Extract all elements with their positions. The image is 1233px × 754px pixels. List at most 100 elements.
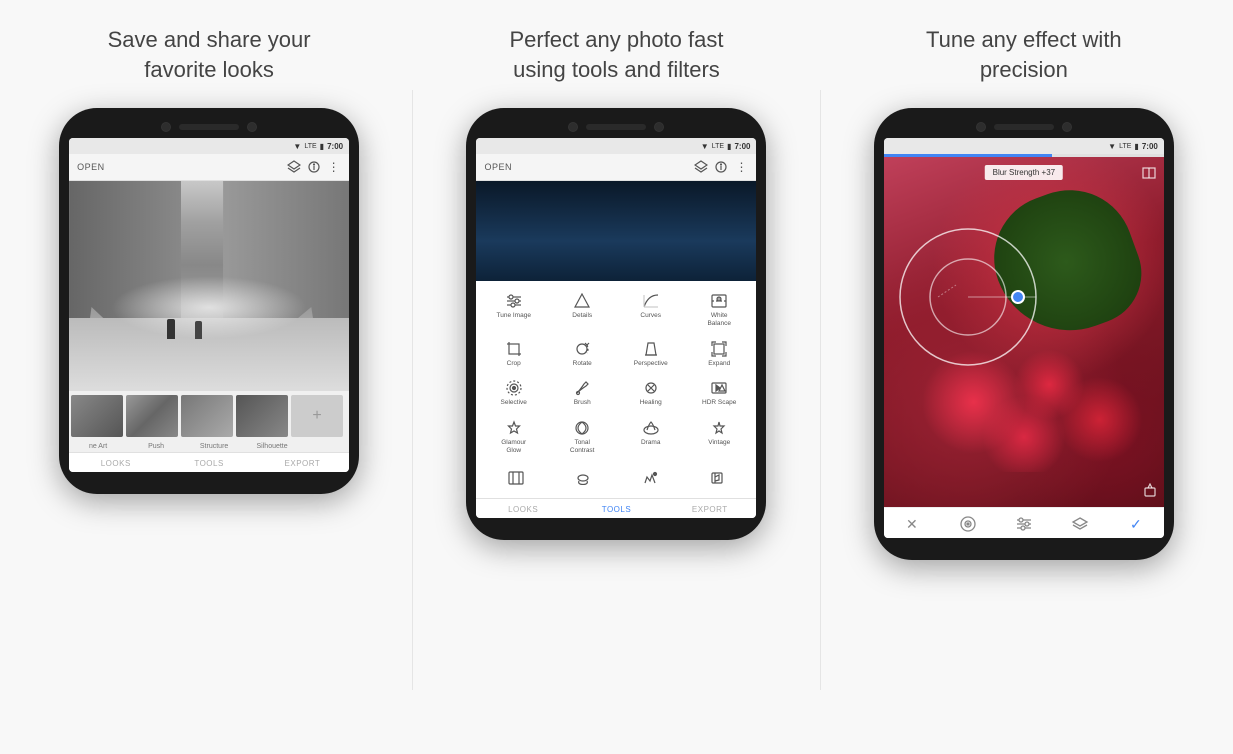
- expand-icon: [709, 340, 729, 358]
- blur-label: Blur Strength +37: [985, 165, 1063, 180]
- info-icon-1[interactable]: [307, 160, 321, 174]
- phone-2-camera: [568, 122, 578, 132]
- nav-tools-1[interactable]: TOOLS: [162, 459, 255, 468]
- tool-details[interactable]: Details: [549, 287, 616, 333]
- open-button-2[interactable]: OPEN: [484, 162, 512, 172]
- divider-2: [820, 90, 821, 690]
- crop-label: Crop: [507, 360, 521, 368]
- glamour-icon: [504, 419, 524, 437]
- section-2-title: Perfect any photo fast using tools and f…: [509, 20, 723, 90]
- brush-label: Brush: [574, 399, 591, 407]
- tool-drama[interactable]: Drama: [617, 414, 684, 460]
- extra-icon-1: [506, 469, 526, 487]
- section-save-share: Save and share your favorite looks ▼ LTE…: [14, 20, 404, 494]
- more-icon-1[interactable]: ⋮: [327, 160, 341, 174]
- phone-1-top: [69, 122, 349, 132]
- tool-extra-2[interactable]: [549, 464, 616, 492]
- bottom-toolbar: ✕: [884, 507, 1164, 538]
- open-button-1[interactable]: OPEN: [77, 162, 105, 172]
- hdr-icon: [709, 379, 729, 397]
- flower-photo: Blur Strength +37: [884, 157, 1164, 507]
- cancel-button[interactable]: ✕: [902, 514, 922, 534]
- sliders-icon[interactable]: [1014, 514, 1034, 534]
- blur-overlay[interactable]: [888, 217, 1048, 377]
- time-display-2: 7:00: [734, 142, 750, 151]
- thumbnail-5[interactable]: +: [291, 395, 343, 437]
- tune-image-icon: [504, 292, 524, 310]
- tool-vintage[interactable]: Vintage: [686, 414, 753, 460]
- phone-3-screen: ▼ LTE ▮ 7:00 Blur Strength +37: [884, 138, 1164, 538]
- nav-tools-2[interactable]: TOOLS: [570, 505, 663, 514]
- phone-3-top: [884, 122, 1164, 132]
- thumbnail-1[interactable]: [71, 395, 123, 437]
- divider-1: [412, 90, 413, 690]
- look-label-1: ne Art: [69, 443, 127, 450]
- more-icon-2[interactable]: ⋮: [734, 160, 748, 174]
- thumbnail-strip: +: [69, 391, 349, 441]
- circle-target-icon[interactable]: [958, 514, 978, 534]
- phone-1-screen: ▼ LTE ▮ 7:00 OPEN: [69, 138, 349, 472]
- healing-icon: [641, 379, 661, 397]
- tool-healing[interactable]: Healing: [617, 374, 684, 412]
- tool-glamour[interactable]: Glamour Glow: [480, 414, 547, 460]
- brush-icon: [572, 379, 592, 397]
- extra-icon-3: [640, 469, 660, 487]
- confirm-button[interactable]: ✓: [1126, 514, 1146, 534]
- app-header-1: OPEN ⋮: [69, 154, 349, 181]
- person-silhouette-2: [195, 321, 202, 339]
- tool-extra-1[interactable]: [482, 464, 549, 492]
- extra-icon-4: [707, 469, 727, 487]
- export-icon[interactable]: [1144, 483, 1156, 497]
- fog: [111, 276, 307, 339]
- details-label: Details: [572, 312, 592, 320]
- hdr-label: HDR Scape: [702, 399, 736, 407]
- crop-icon: [504, 340, 524, 358]
- nav-export-2[interactable]: EXPORT: [663, 505, 756, 514]
- phone-1-camera: [161, 122, 171, 132]
- phone-3-camera: [976, 122, 986, 132]
- look-labels: ne Art Push Structure Silhouette: [69, 441, 349, 452]
- layers-icon-2[interactable]: [694, 160, 708, 174]
- tool-hdr[interactable]: HDR Scape: [686, 374, 753, 412]
- perspective-icon: [641, 340, 661, 358]
- phone-2: ▼ LTE ▮ 7:00 OPEN: [466, 108, 766, 540]
- thumbnail-4[interactable]: [236, 395, 288, 437]
- status-bar-2: ▼ LTE ▮ 7:00: [476, 138, 756, 154]
- dark-photo: [476, 181, 756, 281]
- tool-curves[interactable]: Curves: [617, 287, 684, 333]
- tools-grid: Tune Image Details: [480, 287, 752, 460]
- layers-icon-1[interactable]: [287, 160, 301, 174]
- rotate-icon: [572, 340, 592, 358]
- thumbnail-3[interactable]: [181, 395, 233, 437]
- time-display-1: 7:00: [327, 142, 343, 151]
- nav-looks-2[interactable]: LOOKS: [476, 505, 569, 514]
- tool-brush[interactable]: Brush: [549, 374, 616, 412]
- tool-tune-image[interactable]: Tune Image: [480, 287, 547, 333]
- battery-icon-2: ▮: [727, 142, 731, 151]
- selective-label: Selective: [501, 399, 527, 407]
- white-balance-icon: [709, 292, 729, 310]
- layers-icon-3[interactable]: [1070, 514, 1090, 534]
- white-balance-label: White Balance: [707, 312, 731, 328]
- tool-extra-4[interactable]: [683, 464, 750, 492]
- tonal-icon: [572, 419, 592, 437]
- info-icon-2[interactable]: [714, 160, 728, 174]
- tool-selective[interactable]: Selective: [480, 374, 547, 412]
- perspective-label: Perspective: [634, 360, 668, 368]
- status-bar-1: ▼ LTE ▮ 7:00: [69, 138, 349, 154]
- tool-white-balance[interactable]: White Balance: [686, 287, 753, 333]
- tool-perspective[interactable]: Perspective: [617, 335, 684, 373]
- person-silhouette: [167, 319, 175, 339]
- time-display-3: 7:00: [1142, 142, 1158, 151]
- nav-export-1[interactable]: EXPORT: [256, 459, 349, 468]
- nav-looks-1[interactable]: LOOKS: [69, 459, 162, 468]
- tool-tonal[interactable]: Tonal Contrast: [549, 414, 616, 460]
- phone-3-speaker: [994, 124, 1054, 130]
- thumbnail-2[interactable]: [126, 395, 178, 437]
- tool-expand[interactable]: Expand: [686, 335, 753, 373]
- drama-icon: [641, 419, 661, 437]
- tool-rotate[interactable]: Rotate: [549, 335, 616, 373]
- tool-crop[interactable]: Crop: [480, 335, 547, 373]
- tool-extra-3[interactable]: [616, 464, 683, 492]
- blur-circles-svg: [888, 217, 1048, 377]
